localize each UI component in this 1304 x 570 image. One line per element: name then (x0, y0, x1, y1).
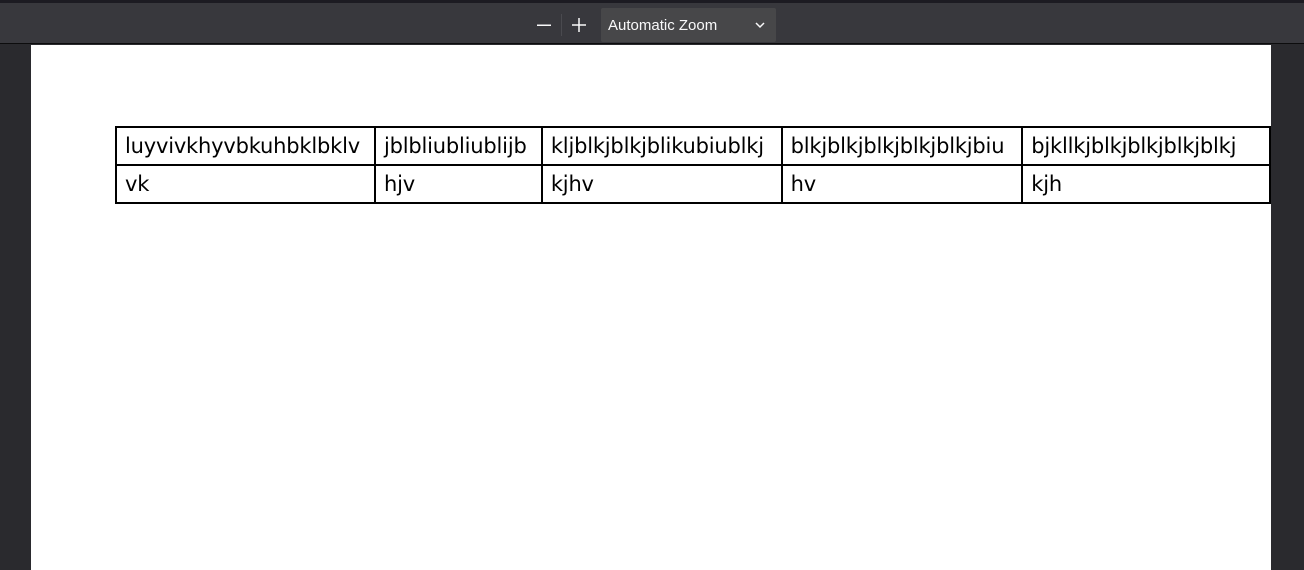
document-page: luyvivkhyvbkuhbklbklv jblbliubliublijb k… (31, 45, 1271, 570)
plus-icon (572, 18, 586, 32)
table-cell: jblbliubliublijb (374, 126, 543, 166)
zoom-out-button[interactable] (528, 10, 560, 40)
table-cell: kjh (1021, 164, 1271, 204)
zoom-select-value: Automatic Zoom (608, 16, 718, 34)
toolbar-separator (561, 14, 562, 36)
zoom-controls: Automatic Zoom (528, 8, 776, 42)
table-cell: hv (780, 164, 1024, 204)
table-cell: kjhv (540, 164, 783, 204)
table-cell: bjkllkjblkjblkjblkjblkj (1021, 126, 1271, 166)
table-row: luyvivkhyvbkuhbklbklv jblbliubliublijb k… (115, 126, 1271, 166)
chevron-down-icon (755, 22, 765, 29)
table-cell: kljblkjblkjblikubiublkj (540, 126, 783, 166)
table-cell: luyvivkhyvbkuhbklbklv (115, 126, 376, 166)
pdf-toolbar: Automatic Zoom (0, 0, 1304, 44)
zoom-in-button[interactable] (563, 10, 595, 40)
table-row: vk hjv kjhv hv kjh (115, 164, 1271, 204)
minus-icon (537, 24, 551, 26)
document-table: luyvivkhyvbkuhbklbklv jblbliubliublijb k… (115, 126, 1271, 204)
zoom-select[interactable]: Automatic Zoom (601, 8, 776, 42)
table-cell: hjv (374, 164, 543, 204)
table-cell: vk (115, 164, 376, 204)
document-viewer[interactable]: luyvivkhyvbkuhbklbklv jblbliubliublijb k… (0, 44, 1304, 570)
table-cell: blkjblkjblkjblkjblkjbiu (780, 126, 1024, 166)
